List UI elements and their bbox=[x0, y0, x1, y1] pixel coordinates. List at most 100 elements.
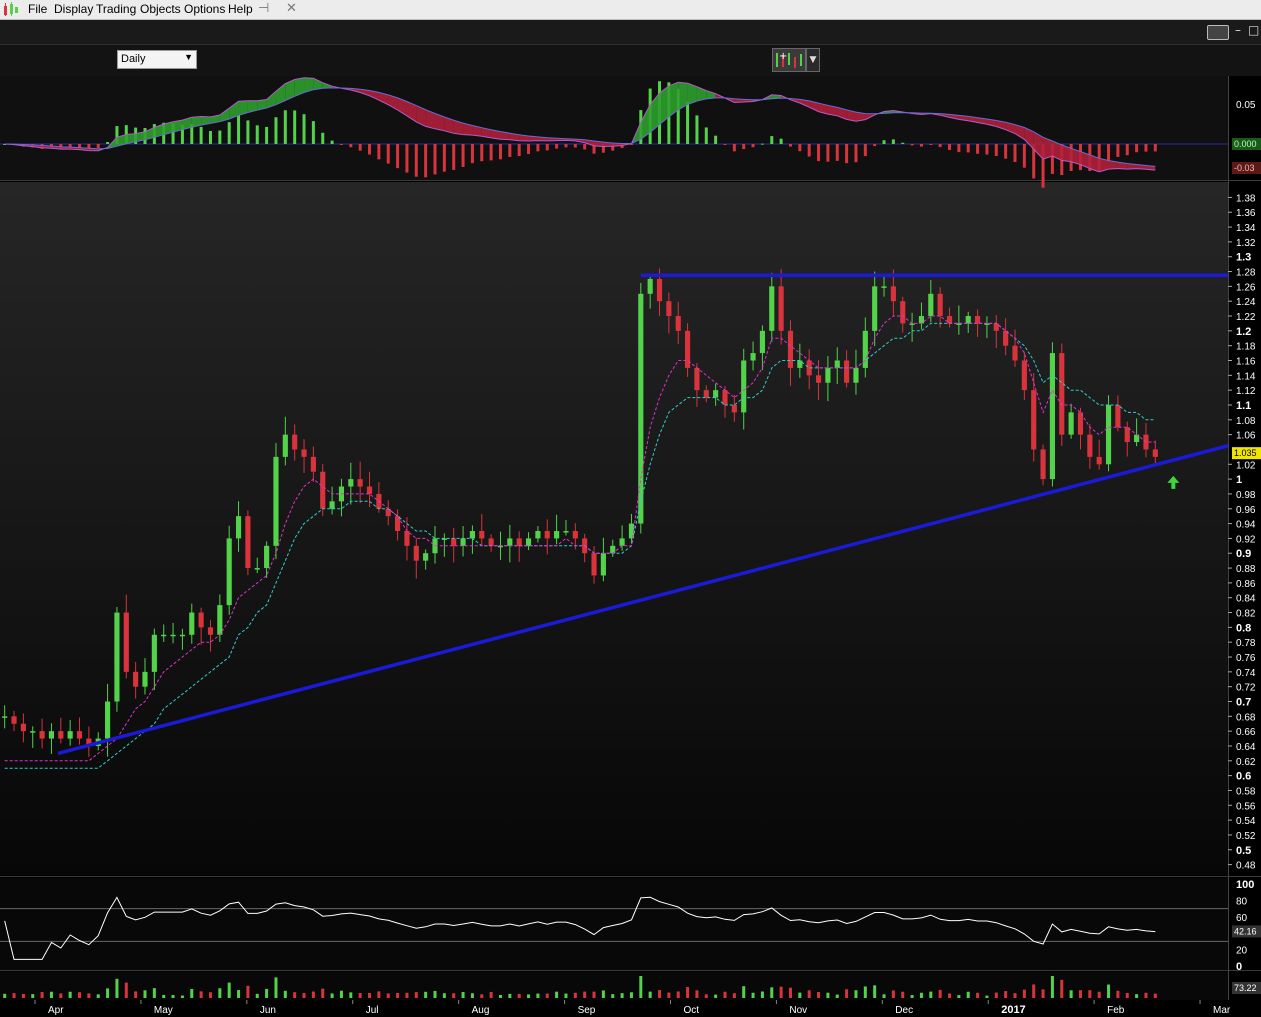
price-tick-label: 1.32 bbox=[1236, 238, 1256, 249]
candle-body bbox=[675, 316, 681, 331]
macd-histogram-bar bbox=[199, 126, 203, 144]
menu-trading[interactable]: Trading bbox=[96, 2, 136, 16]
candle-body bbox=[1040, 449, 1046, 480]
volume-bar bbox=[919, 992, 923, 998]
volume-bar bbox=[246, 985, 250, 998]
close-icon[interactable]: ✕ bbox=[286, 1, 297, 16]
volume-bar bbox=[349, 992, 353, 998]
drawing-tool-button[interactable]: + bbox=[772, 48, 806, 72]
candle-body bbox=[413, 545, 419, 561]
macd-histogram-bar bbox=[854, 144, 858, 163]
volume-bar bbox=[358, 993, 362, 998]
volume-bar bbox=[78, 992, 82, 998]
volume-bar bbox=[396, 992, 400, 998]
month-label: Nov bbox=[789, 1005, 807, 1016]
volume-bar bbox=[283, 990, 287, 998]
candle-body bbox=[217, 605, 223, 635]
volume-bar bbox=[265, 988, 269, 998]
macd-histogram-bar bbox=[1144, 144, 1148, 152]
candle-body bbox=[142, 671, 148, 687]
price-tick-label: 1.38 bbox=[1236, 193, 1256, 204]
macd-histogram-bar bbox=[1116, 144, 1120, 157]
price-tick-label: 0.54 bbox=[1236, 816, 1256, 827]
menu-options[interactable]: Options bbox=[184, 2, 225, 16]
candle-body bbox=[366, 486, 373, 494]
macd-histogram-bar bbox=[910, 144, 914, 146]
candle-body bbox=[563, 531, 569, 533]
menu-objects[interactable]: Objects bbox=[140, 2, 181, 16]
maximize-button[interactable]: □ bbox=[1248, 23, 1259, 37]
candle-body bbox=[713, 390, 719, 398]
volume-bar bbox=[87, 993, 91, 998]
macd-histogram-bar bbox=[227, 122, 231, 144]
macd-histogram-bar bbox=[480, 144, 484, 162]
candle-body bbox=[292, 434, 298, 450]
period-value: Daily bbox=[121, 53, 146, 65]
candle-body bbox=[161, 634, 167, 637]
macd-histogram-bar bbox=[237, 115, 241, 144]
price-tick-label: 1.12 bbox=[1236, 386, 1256, 397]
oscillator-tick-label: 60 bbox=[1236, 913, 1248, 924]
oscillator-panel bbox=[0, 878, 1228, 970]
candle-body bbox=[975, 316, 981, 324]
menu-file[interactable]: File bbox=[28, 2, 47, 16]
macd-histogram-bar bbox=[218, 130, 222, 144]
candle-body bbox=[1003, 330, 1009, 346]
volume-bar bbox=[68, 991, 72, 998]
macd-histogram-bar bbox=[929, 144, 933, 145]
volume-bar bbox=[162, 994, 166, 998]
volume-bar bbox=[1125, 992, 1129, 998]
volume-bar bbox=[1032, 984, 1036, 998]
volume-bar bbox=[788, 987, 792, 998]
drawing-tool-dropdown[interactable]: ▼ bbox=[806, 48, 820, 72]
candle-body bbox=[815, 375, 822, 383]
volume-bar bbox=[386, 993, 390, 998]
macd-histogram-bar bbox=[826, 144, 830, 162]
volume-bar bbox=[891, 990, 895, 998]
period-select[interactable]: Daily ▼ bbox=[117, 50, 197, 69]
price-tick-label: 0.6 bbox=[1236, 771, 1251, 783]
volume-bar bbox=[938, 989, 942, 998]
price-tick-label: 1.34 bbox=[1236, 223, 1256, 234]
price-tick-label: 1.3 bbox=[1236, 252, 1251, 264]
month-label: Sep bbox=[578, 1005, 596, 1016]
candle-body bbox=[264, 545, 270, 569]
volume-bar bbox=[274, 977, 278, 998]
volume-bar bbox=[592, 991, 596, 998]
candle-body bbox=[638, 293, 644, 524]
candle-body bbox=[965, 316, 971, 324]
candle-body bbox=[254, 568, 260, 570]
macd-histogram-bar bbox=[470, 144, 474, 164]
pin-icon[interactable]: ⊣ bbox=[258, 1, 269, 16]
macd-histogram-bar bbox=[1107, 144, 1111, 162]
menu-bar: File Display Trading Objects Options Hel… bbox=[0, 0, 1261, 20]
macd-histogram-bar bbox=[339, 144, 343, 145]
macd-histogram-bar bbox=[882, 140, 886, 144]
price-tick-label: 1.1 bbox=[1236, 400, 1251, 412]
menu-display[interactable]: Display bbox=[54, 2, 93, 16]
volume-bar bbox=[807, 990, 811, 998]
menu-help[interactable]: Help bbox=[228, 2, 253, 16]
macd-histogram-bar bbox=[433, 144, 437, 175]
candle-body bbox=[600, 553, 606, 576]
candle-body bbox=[1031, 390, 1037, 450]
macd-histogram-bar bbox=[994, 144, 998, 156]
month-label: Oct bbox=[683, 1005, 699, 1016]
candle-body bbox=[245, 516, 251, 569]
price-tick-label: 0.62 bbox=[1236, 757, 1256, 768]
volume-bar bbox=[414, 992, 418, 998]
price-tick-label: 0.52 bbox=[1236, 831, 1256, 842]
macd-histogram-bar bbox=[377, 144, 381, 160]
volume-bar bbox=[555, 991, 559, 998]
candle-body bbox=[423, 553, 429, 561]
volume-bar bbox=[601, 990, 605, 998]
candle-body bbox=[67, 731, 73, 739]
oscillator-tick-label: 80 bbox=[1236, 896, 1248, 907]
macd-histogram-bar bbox=[845, 144, 849, 164]
volume-bar bbox=[910, 995, 914, 998]
minimize-button[interactable]: – bbox=[1235, 23, 1241, 37]
volume-bar bbox=[882, 994, 886, 998]
price-tick-label: 0.68 bbox=[1236, 712, 1256, 723]
keyboard-icon[interactable] bbox=[1207, 25, 1229, 40]
volume-bar bbox=[779, 986, 783, 998]
